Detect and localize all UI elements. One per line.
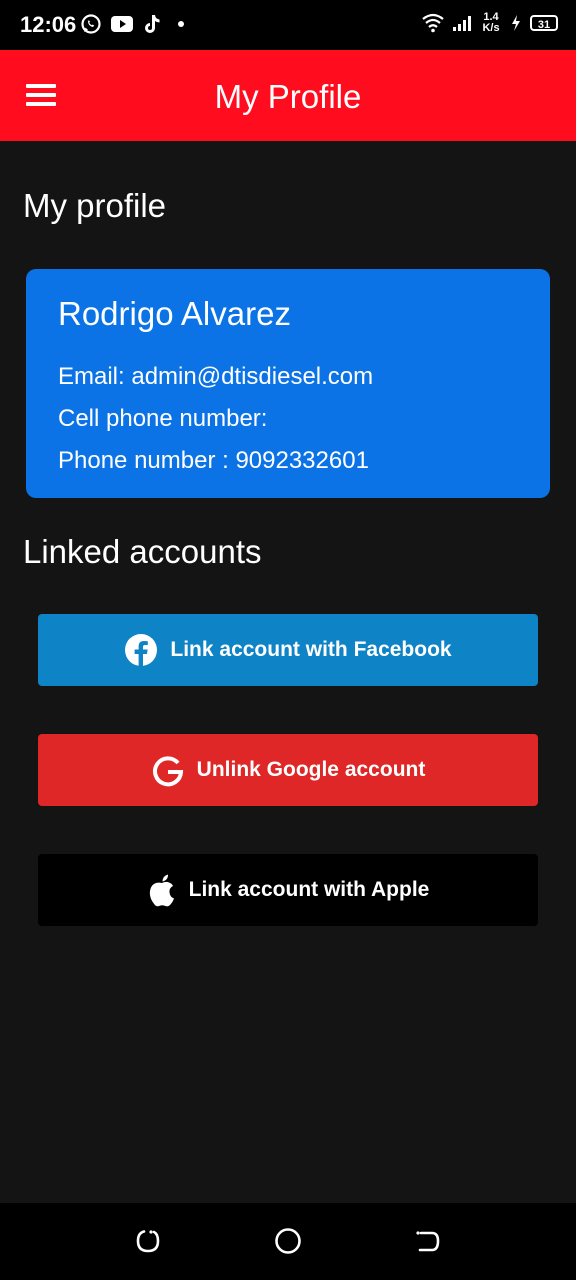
status-bar: 12:06 1.4 K/s 31 <box>0 0 576 50</box>
page-title: My Profile <box>214 78 362 115</box>
link-apple-label: Link account with Apple <box>188 878 430 901</box>
unlink-google-button[interactable]: Unlink Google account <box>38 734 538 806</box>
status-right-icons: 1.4 K/s 31 <box>422 12 558 34</box>
status-time: 12:06 <box>20 12 77 37</box>
net-speed-unit: K/s <box>482 22 500 34</box>
home-icon <box>275 1228 301 1254</box>
google-icon <box>151 753 185 787</box>
back-icon <box>416 1231 440 1252</box>
charging-icon <box>512 15 520 31</box>
profile-email: Email: admin@dtisdiesel.com <box>58 363 374 390</box>
dot-icon <box>178 21 184 27</box>
facebook-icon <box>124 633 158 667</box>
profile-phone: Phone number : 9092332601 <box>58 447 369 474</box>
link-facebook-label: Link account with Facebook <box>170 638 452 661</box>
tiktok-icon <box>145 15 160 33</box>
nav-bar <box>0 1203 576 1280</box>
battery-icon: 31 <box>530 15 558 31</box>
profile-cell-phone: Cell phone number: <box>58 405 268 432</box>
profile-card: Rodrigo Alvarez Email: admin@dtisdiesel.… <box>26 269 550 498</box>
net-speed: 1.4 K/s <box>480 12 502 34</box>
back-button[interactable] <box>412 1225 444 1257</box>
screen: 12:06 1.4 K/s 31 My Profile My profile R… <box>0 0 576 1280</box>
unlink-google-label: Unlink Google account <box>196 758 426 781</box>
wifi-icon <box>422 13 444 33</box>
recents-icon <box>136 1230 160 1253</box>
link-facebook-button[interactable]: Link account with Facebook <box>38 614 538 686</box>
recents-button[interactable] <box>132 1225 164 1257</box>
app-bar: My Profile <box>0 50 576 141</box>
link-apple-button[interactable]: Link account with Apple <box>38 854 538 926</box>
linked-accounts-title: Linked accounts <box>23 533 262 570</box>
profile-section-title: My profile <box>23 187 167 224</box>
whatsapp-icon <box>81 14 101 34</box>
status-left-icons <box>80 13 184 35</box>
apple-icon <box>147 873 177 907</box>
youtube-icon <box>111 16 133 32</box>
signal-icon <box>453 16 471 31</box>
home-button[interactable] <box>272 1225 304 1257</box>
profile-name: Rodrigo Alvarez <box>58 295 291 332</box>
